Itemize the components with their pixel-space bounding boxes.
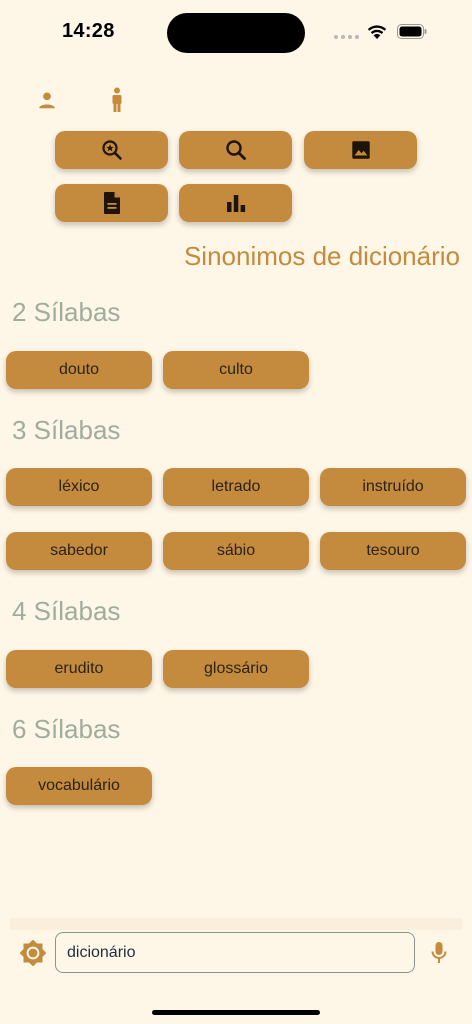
word-chip[interactable]: letrado xyxy=(163,468,309,506)
wifi-icon xyxy=(367,25,387,39)
cellular-signal-icon xyxy=(334,35,359,39)
status-time: 14:28 xyxy=(62,20,115,42)
standing-person-icon[interactable] xyxy=(104,86,130,114)
image-icon xyxy=(351,141,370,159)
section-heading-2-silabas: 2 Sílabas xyxy=(12,297,121,327)
battery-icon xyxy=(397,24,427,39)
search-icon xyxy=(225,140,246,160)
toolbar-button-document[interactable] xyxy=(55,184,168,222)
word-chip[interactable]: sábio xyxy=(163,532,309,570)
toolbar-button-search[interactable] xyxy=(179,131,292,169)
home-indicator xyxy=(152,1010,320,1015)
section-heading-4-silabas: 4 Sílabas xyxy=(12,596,121,626)
toolbar-button-bar-chart[interactable] xyxy=(179,184,292,222)
word-chip[interactable]: léxico xyxy=(6,468,152,506)
word-chip[interactable]: culto xyxy=(163,351,309,389)
word-chip[interactable]: tesouro xyxy=(320,532,466,570)
dynamic-island xyxy=(167,13,305,53)
word-chip[interactable]: vocabulário xyxy=(6,767,152,805)
word-chip[interactable]: glossário xyxy=(163,650,309,688)
top-icon-row xyxy=(0,86,472,116)
search-input[interactable]: dicionário xyxy=(55,932,415,973)
zoom-star-icon xyxy=(101,140,122,160)
person-icon[interactable] xyxy=(34,86,60,114)
bottom-bar-divider xyxy=(10,918,462,930)
word-chip[interactable]: erudito xyxy=(6,650,152,688)
word-chip[interactable]: instruído xyxy=(320,468,466,506)
toolbar-button-zoom-star[interactable] xyxy=(55,131,168,169)
section-heading-6-silabas: 6 Sílabas xyxy=(12,714,121,744)
word-chip[interactable]: douto xyxy=(6,351,152,389)
microphone-icon[interactable] xyxy=(428,940,450,966)
word-chip[interactable]: sabedor xyxy=(6,532,152,570)
status-bar: 14:28 xyxy=(0,0,472,64)
page-title: Sinonimos de dicionário xyxy=(183,241,460,271)
brightness-icon[interactable] xyxy=(20,940,46,966)
search-input-value: dicionário xyxy=(67,943,136,961)
document-icon xyxy=(103,192,120,214)
toolbar-button-image[interactable] xyxy=(304,131,417,169)
bar-chart-icon xyxy=(226,195,245,212)
section-heading-3-silabas: 3 Sílabas xyxy=(12,415,121,445)
